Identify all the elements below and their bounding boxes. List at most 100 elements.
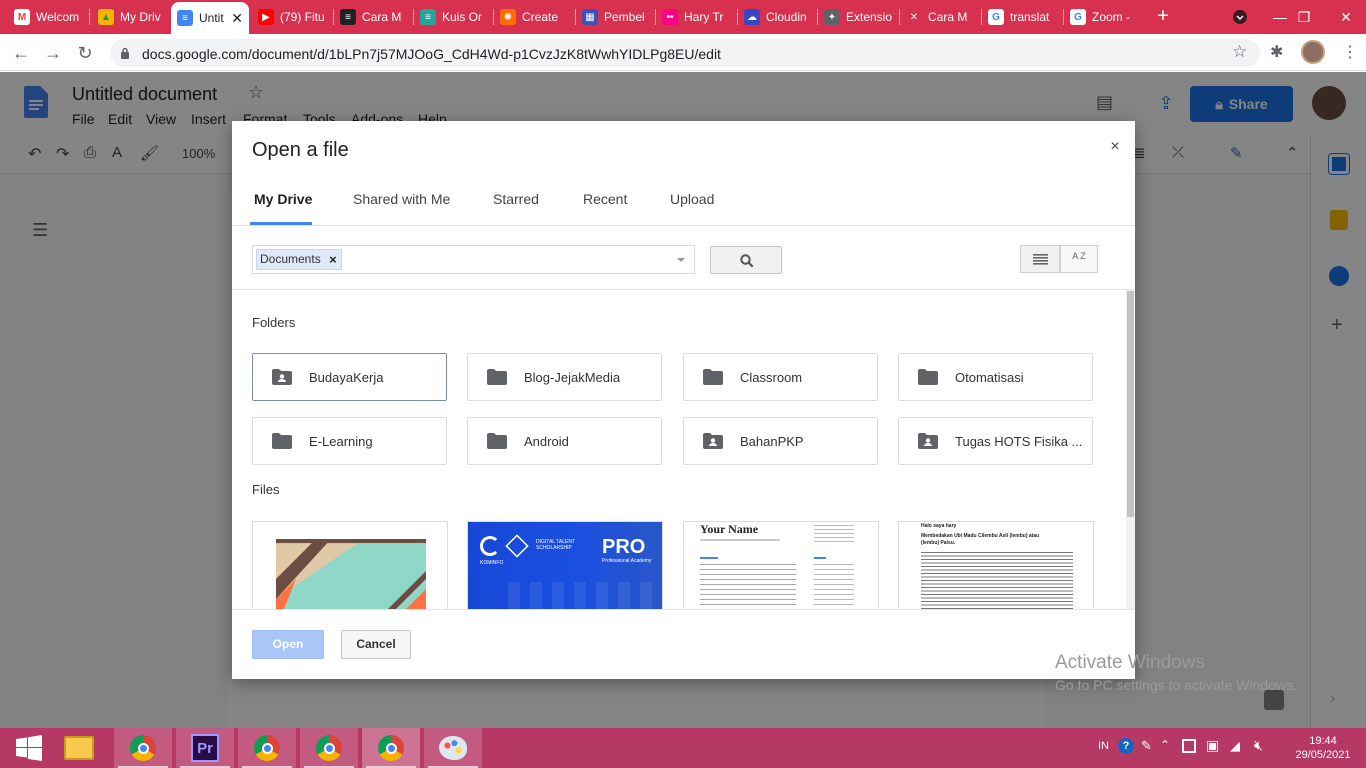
close-icon[interactable]: × bbox=[1108, 139, 1122, 155]
file-thumbnail[interactable]: DIGITAL TALENT SCHOLARSHIP KOMINFO PRO P… bbox=[467, 521, 663, 609]
new-tab-button[interactable]: + bbox=[1152, 6, 1174, 28]
chrome-icon bbox=[254, 735, 280, 761]
help-icon[interactable]: ? bbox=[1118, 738, 1134, 754]
tab-upload[interactable]: Upload bbox=[670, 191, 714, 207]
search-input[interactable]: Documents × bbox=[252, 245, 695, 274]
window-close-icon[interactable]: ✕ bbox=[1326, 0, 1366, 34]
lock-icon bbox=[121, 47, 129, 59]
tab-favicon-icon: ▲ bbox=[98, 9, 114, 25]
explore-icon[interactable] bbox=[1264, 690, 1284, 710]
paint-button[interactable] bbox=[424, 728, 482, 768]
filter-chip-label: Documents bbox=[260, 252, 321, 266]
chrome-icon bbox=[130, 735, 156, 761]
shared-folder-icon bbox=[272, 369, 292, 385]
pen-icon[interactable]: ✎ bbox=[1141, 738, 1152, 754]
folder-item[interactable]: E-Learning bbox=[252, 417, 447, 465]
remove-filter-icon[interactable]: × bbox=[329, 250, 337, 269]
folder-item[interactable]: Android bbox=[467, 417, 662, 465]
chrome-button-active[interactable] bbox=[362, 728, 420, 768]
open-file-dialog: Open a file × My Drive Shared with Me St… bbox=[232, 121, 1135, 679]
folder-item[interactable]: Classroom bbox=[683, 353, 878, 401]
tray-chevron-icon[interactable]: ⌃ bbox=[1160, 738, 1170, 752]
browser-tab[interactable]: ▶ (79) Fitu bbox=[252, 2, 332, 32]
browser-tab[interactable]: Gtranslat bbox=[982, 2, 1062, 32]
premiere-icon: Pr bbox=[191, 734, 219, 762]
browser-menu-icon[interactable]: ⋮ bbox=[1342, 42, 1358, 62]
browser-tab[interactable]: ☁ Cloudin bbox=[738, 2, 816, 32]
address-bar[interactable]: docs.google.com/document/d/1bLPn7j57MJOo… bbox=[110, 39, 1260, 67]
file-thumbnail[interactable] bbox=[252, 521, 448, 609]
chrome-button[interactable] bbox=[300, 728, 358, 768]
banner-pattern bbox=[508, 582, 662, 609]
folder-item[interactable]: Otomatisasi bbox=[898, 353, 1093, 401]
browser-tab[interactable]: ≡ Cara M bbox=[334, 2, 412, 32]
profile-avatar[interactable] bbox=[1301, 40, 1325, 64]
bookmark-star-icon[interactable]: ☆ bbox=[1232, 42, 1247, 62]
list-view-button[interactable] bbox=[1020, 245, 1060, 273]
tab-search-icon[interactable] bbox=[1220, 0, 1260, 34]
browser-tab[interactable]: ▦ Pembel bbox=[576, 2, 654, 32]
search-button[interactable] bbox=[710, 246, 782, 274]
premiere-button[interactable]: Pr bbox=[176, 728, 234, 768]
network-icon[interactable]: ◢ bbox=[1230, 738, 1240, 754]
browser-tab[interactable]: ✦ Extensio bbox=[818, 2, 898, 32]
browser-tab[interactable]: ✺ Create bbox=[494, 2, 574, 32]
browser-tab[interactable]: G Zoom - bbox=[1064, 2, 1144, 32]
system-clock[interactable]: 19:44 29/05/2021 bbox=[1285, 734, 1361, 762]
back-icon[interactable]: ← bbox=[10, 42, 32, 64]
tab-close-icon[interactable]: ✕ bbox=[231, 10, 243, 27]
chrome-profile-button[interactable] bbox=[114, 728, 172, 768]
text-line bbox=[700, 539, 780, 541]
office-icon[interactable]: ▣ bbox=[1206, 737, 1219, 754]
browser-tab[interactable]: M Welcom bbox=[8, 2, 88, 32]
tab-recent[interactable]: Recent bbox=[583, 191, 627, 207]
file-thumbnail[interactable]: Your Name bbox=[683, 521, 879, 609]
folder-item[interactable]: Blog-JejakMedia bbox=[467, 353, 662, 401]
folder-icon bbox=[487, 433, 507, 449]
file-explorer-button[interactable] bbox=[50, 728, 108, 768]
tab-favicon-icon: ✦ bbox=[824, 9, 840, 25]
restore-icon[interactable]: ❐ bbox=[1284, 0, 1324, 34]
tab-title: (79) Fitu bbox=[280, 10, 325, 24]
activate-windows-subtitle: Go to PC settings to activate Windows. bbox=[1055, 677, 1297, 693]
chevron-right-icon[interactable]: › bbox=[1330, 690, 1335, 708]
forward-icon[interactable]: → bbox=[42, 42, 64, 64]
tab-favicon-icon: ☁ bbox=[744, 9, 760, 25]
folder-item[interactable]: BudayaKerja bbox=[252, 353, 447, 401]
tab-shared-with-me[interactable]: Shared with Me bbox=[353, 191, 450, 207]
sort-button[interactable]: A Z bbox=[1060, 245, 1098, 273]
folder-icon bbox=[272, 433, 292, 449]
list-view-icon bbox=[1033, 254, 1048, 265]
browser-tab[interactable]: ▲ My Driv bbox=[92, 2, 168, 32]
folder-item[interactable]: Tugas HOTS Fisika ... bbox=[898, 417, 1093, 465]
search-dropdown-icon[interactable] bbox=[677, 258, 685, 262]
language-indicator[interactable]: IN bbox=[1098, 740, 1109, 752]
cancel-button[interactable]: Cancel bbox=[341, 630, 411, 659]
scrollbar-thumb[interactable] bbox=[1127, 291, 1134, 517]
browser-tab[interactable]: ✕ Cara M bbox=[900, 2, 980, 32]
tab-favicon-icon: ≡ bbox=[177, 10, 193, 26]
folder-name: Blog-JejakMedia bbox=[524, 370, 621, 385]
tab-title: translat bbox=[1010, 10, 1050, 24]
reload-icon[interactable]: ↻ bbox=[74, 42, 96, 64]
volume-muted-icon[interactable]: 🔇︎ bbox=[1254, 737, 1263, 754]
tab-title: Cara M bbox=[362, 10, 402, 24]
extensions-icon[interactable]: ✱ bbox=[1270, 42, 1283, 62]
tab-favicon-icon: ✕ bbox=[906, 9, 922, 25]
browser-tab[interactable]: ≡ Kuis Or bbox=[414, 2, 492, 32]
tab-title: Create bbox=[522, 10, 559, 24]
browser-tab[interactable]: ≡ Untit ✕ bbox=[171, 2, 249, 34]
shared-folder-icon bbox=[918, 433, 938, 449]
kominfo-logo-icon bbox=[480, 536, 500, 556]
tab-title: Extensio bbox=[846, 10, 892, 24]
chrome-button[interactable] bbox=[238, 728, 296, 768]
file-thumbnail[interactable]: Halo saya hary Membedakan Ubi Madu Cilem… bbox=[898, 521, 1094, 609]
tab-my-drive[interactable]: My Drive bbox=[254, 191, 312, 207]
section-accent bbox=[700, 557, 718, 559]
browser-tab[interactable]: •• Hary Tr bbox=[656, 2, 736, 32]
clock-time: 19:44 bbox=[1309, 735, 1337, 747]
open-button[interactable]: Open bbox=[252, 630, 324, 659]
folder-item[interactable]: BahanPKP bbox=[683, 417, 878, 465]
device-icon[interactable] bbox=[1182, 739, 1196, 753]
tab-starred[interactable]: Starred bbox=[493, 191, 539, 207]
